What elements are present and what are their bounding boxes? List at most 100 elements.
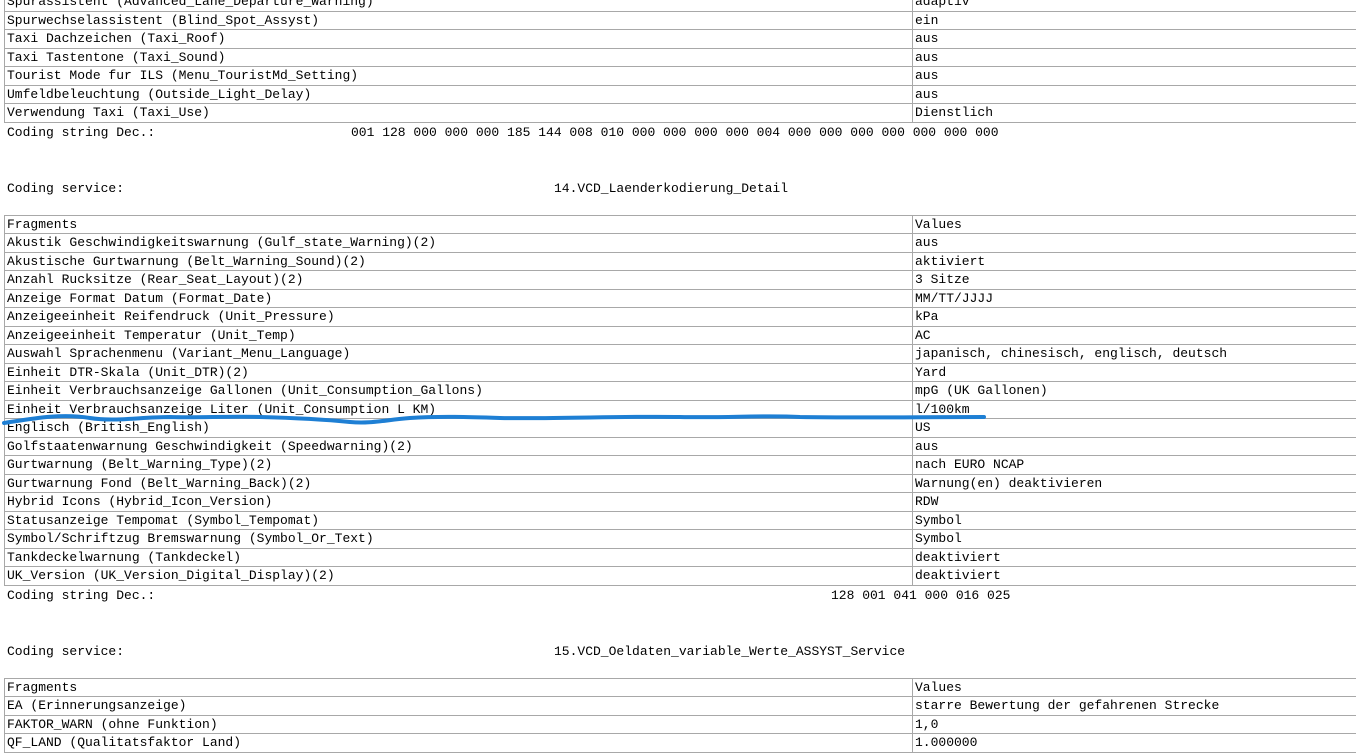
value-cell: aus xyxy=(913,48,1356,67)
table-row: Spurassistent (Advanced_Lane_Departure_W… xyxy=(5,0,1356,11)
fragments-table-14: Fragments Values Akustik Geschwindigkeit… xyxy=(4,215,1356,586)
table-row: Englisch (British_English)US xyxy=(5,419,1356,438)
value-cell: starre Bewertung der gefahrenen Strecke xyxy=(913,697,1356,716)
fragment-cell: Spurwechselassistent (Blind_Spot_Assyst) xyxy=(5,11,913,30)
fragment-cell: Gurtwarnung (Belt_Warning_Type)(2) xyxy=(5,456,913,475)
value-cell: Symbol xyxy=(913,530,1356,549)
fragment-cell: Tourist Mode fur ILS (Menu_TouristMd_Set… xyxy=(5,67,913,86)
fragment-cell: Golfstaatenwarnung Geschwindigkeit (Spee… xyxy=(5,437,913,456)
table-header-row: Fragments Values xyxy=(5,215,1356,234)
table-row: Einheit DTR-Skala (Unit_DTR)(2)Yard xyxy=(5,363,1356,382)
coding-report-page: Spurassistent (Advanced_Lane_Departure_W… xyxy=(0,0,1356,753)
fragment-cell: Umfeldbeleuchtung (Outside_Light_Delay) xyxy=(5,85,913,104)
value-cell: 1.000000 xyxy=(913,734,1356,753)
table-row: Tourist Mode fur ILS (Menu_TouristMd_Set… xyxy=(5,67,1356,86)
value-cell: aktiviert xyxy=(913,252,1356,271)
value-cell: Warnung(en) deaktivieren xyxy=(913,474,1356,493)
value-cell: US xyxy=(913,419,1356,438)
value-cell: Dienstlich xyxy=(913,104,1356,123)
fragment-cell: Englisch (British_English) xyxy=(5,419,913,438)
fragment-cell: Einheit Verbrauchsanzeige Gallonen (Unit… xyxy=(5,382,913,401)
coding-string-value: 001 128 000 000 000 185 144 008 010 000 … xyxy=(351,123,999,143)
fragment-cell: FAKTOR_WARN (ohne Funktion) xyxy=(5,715,913,734)
table-row: Spurwechselassistent (Blind_Spot_Assyst)… xyxy=(5,11,1356,30)
fragment-cell: Statusanzeige Tempomat (Symbol_Tempomat) xyxy=(5,511,913,530)
table-row: QF_LAND (Qualitatsfaktor Land)1.000000 xyxy=(5,734,1356,753)
value-cell: RDW xyxy=(913,493,1356,512)
value-cell: aus xyxy=(913,85,1356,104)
fragment-cell: Anzeigeeinheit Temperatur (Unit_Temp) xyxy=(5,326,913,345)
table-row: Taxi Tastentone (Taxi_Sound)aus xyxy=(5,48,1356,67)
coding-string-14: Coding string Dec.: 128 001 041 000 016 … xyxy=(0,586,1356,606)
value-cell: deaktiviert xyxy=(913,567,1356,586)
table-row: Anzahl Rucksitze (Rear_Seat_Layout)(2)3 … xyxy=(5,271,1356,290)
table-row: Akustik Geschwindigkeitswarnung (Gulf_st… xyxy=(5,234,1356,253)
table-row: Symbol/Schriftzug Bremswarnung (Symbol_O… xyxy=(5,530,1356,549)
fragment-cell: UK_Version (UK_Version_Digital_Display)(… xyxy=(5,567,913,586)
value-cell: 3 Sitze xyxy=(913,271,1356,290)
value-cell: 1,0 xyxy=(913,715,1356,734)
fragment-cell: Auswahl Sprachenmenu (Variant_Menu_Langu… xyxy=(5,345,913,364)
fragment-cell: Einheit DTR-Skala (Unit_DTR)(2) xyxy=(5,363,913,382)
value-cell: ein xyxy=(913,11,1356,30)
table-row: Akustische Gurtwarnung (Belt_Warning_Sou… xyxy=(5,252,1356,271)
value-cell: aus xyxy=(913,30,1356,49)
table-row: Gurtwarnung Fond (Belt_Warning_Back)(2)W… xyxy=(5,474,1356,493)
fragment-cell: QF_LAND (Qualitatsfaktor Land) xyxy=(5,734,913,753)
value-cell: aus xyxy=(913,234,1356,253)
header-fragments: Fragments xyxy=(5,215,913,234)
coding-string-value: 128 001 041 000 016 025 xyxy=(831,586,1010,606)
table-row: Gurtwarnung (Belt_Warning_Type)(2)nach E… xyxy=(5,456,1356,475)
value-cell: l/100km xyxy=(913,400,1356,419)
table-row: Statusanzeige Tempomat (Symbol_Tempomat)… xyxy=(5,511,1356,530)
fragment-cell: Akustische Gurtwarnung (Belt_Warning_Sou… xyxy=(5,252,913,271)
table-row: Hybrid Icons (Hybrid_Icon_Version)RDW xyxy=(5,493,1356,512)
table-header-row: Fragments Values xyxy=(5,678,1356,697)
value-cell: deaktiviert xyxy=(913,548,1356,567)
fragment-cell: EA (Erinnerungsanzeige) xyxy=(5,697,913,716)
coding-service-15: Coding service: 15.VCD_Oeldaten_variable… xyxy=(0,642,1356,662)
fragment-cell: Hybrid Icons (Hybrid_Icon_Version) xyxy=(5,493,913,512)
value-cell: mpG (UK Gallonen) xyxy=(913,382,1356,401)
coding-service-name: 15.VCD_Oeldaten_variable_Werte_ASSYST_Se… xyxy=(554,642,905,662)
value-cell: adaptiv xyxy=(913,0,1356,11)
table-row: EA (Erinnerungsanzeige)starre Bewertung … xyxy=(5,697,1356,716)
header-values: Values xyxy=(913,215,1356,234)
fragment-cell: Anzeige Format Datum (Format_Date) xyxy=(5,289,913,308)
fragment-cell: Taxi Dachzeichen (Taxi_Roof) xyxy=(5,30,913,49)
coding-service-label: Coding service: xyxy=(7,642,124,662)
table-row: FAKTOR_WARN (ohne Funktion)1,0 xyxy=(5,715,1356,734)
table-row: Einheit Verbrauchsanzeige Gallonen (Unit… xyxy=(5,382,1356,401)
coding-service-label: Coding service: xyxy=(7,179,124,199)
value-cell: aus xyxy=(913,437,1356,456)
value-cell: AC xyxy=(913,326,1356,345)
table-row: Tankdeckelwarnung (Tankdeckel)deaktivier… xyxy=(5,548,1356,567)
fragment-cell: Tankdeckelwarnung (Tankdeckel) xyxy=(5,548,913,567)
value-cell: japanisch, chinesisch, englisch, deutsch xyxy=(913,345,1356,364)
value-cell: nach EURO NCAP xyxy=(913,456,1356,475)
table-row: UK_Version (UK_Version_Digital_Display)(… xyxy=(5,567,1356,586)
table-row: Anzeige Format Datum (Format_Date)MM/TT/… xyxy=(5,289,1356,308)
value-cell: Yard xyxy=(913,363,1356,382)
fragment-cell: Akustik Geschwindigkeitswarnung (Gulf_st… xyxy=(5,234,913,253)
table-row: Einheit Verbrauchsanzeige Liter (Unit_Co… xyxy=(5,400,1356,419)
table-row: Umfeldbeleuchtung (Outside_Light_Delay)a… xyxy=(5,85,1356,104)
fragment-cell: Einheit Verbrauchsanzeige Liter (Unit_Co… xyxy=(5,400,913,419)
coding-service-name: 14.VCD_Laenderkodierung_Detail xyxy=(554,179,788,199)
fragment-cell: Gurtwarnung Fond (Belt_Warning_Back)(2) xyxy=(5,474,913,493)
header-values: Values xyxy=(913,678,1356,697)
fragment-cell: Symbol/Schriftzug Bremswarnung (Symbol_O… xyxy=(5,530,913,549)
value-cell: kPa xyxy=(913,308,1356,327)
fragment-cell: Verwendung Taxi (Taxi_Use) xyxy=(5,104,913,123)
header-fragments: Fragments xyxy=(5,678,913,697)
table-row: Golfstaatenwarnung Geschwindigkeit (Spee… xyxy=(5,437,1356,456)
table-row: Taxi Dachzeichen (Taxi_Roof)aus xyxy=(5,30,1356,49)
table-row: Auswahl Sprachenmenu (Variant_Menu_Langu… xyxy=(5,345,1356,364)
coding-string-13: Coding string Dec.: 001 128 000 000 000 … xyxy=(0,123,1356,143)
value-cell: aus xyxy=(913,67,1356,86)
fragment-cell: Spurassistent (Advanced_Lane_Departure_W… xyxy=(5,0,913,11)
coding-string-label: Coding string Dec.: xyxy=(7,123,155,143)
fragments-table-15: Fragments Values EA (Erinnerungsanzeige)… xyxy=(4,678,1356,753)
value-cell: MM/TT/JJJJ xyxy=(913,289,1356,308)
value-cell: Symbol xyxy=(913,511,1356,530)
